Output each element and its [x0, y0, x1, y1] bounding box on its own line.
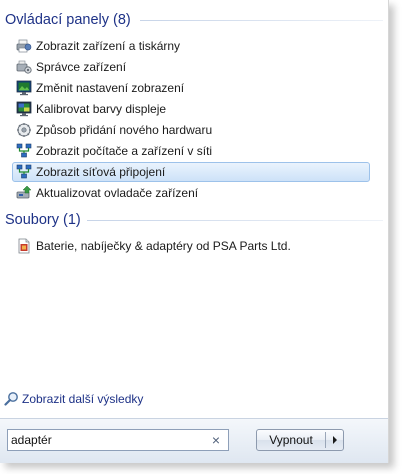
result-item-add-hardware[interactable]: Způsob přidání nového hardwaru [12, 120, 370, 140]
group-divider [140, 20, 383, 21]
result-item-file-document[interactable]: Baterie, nabíječky & adaptéry od PSA Par… [12, 236, 370, 256]
display-icon [16, 80, 32, 96]
search-box: × [7, 429, 229, 451]
printer-device-icon [16, 38, 32, 54]
result-item-devices-printers[interactable]: Zobrazit zařízení a tiskárny [12, 36, 370, 56]
result-item-update-drivers[interactable]: Aktualizovat ovladače zařízení [12, 183, 370, 203]
result-item-label: Zobrazit síťová připojení [36, 165, 166, 179]
chevron-right-icon [333, 436, 337, 444]
result-item-label: Správce zařízení [36, 60, 127, 74]
hardware-icon [16, 122, 32, 138]
shutdown-options-button[interactable] [326, 430, 344, 450]
see-more-results-link[interactable]: Zobrazit další výsledky [4, 390, 224, 408]
clear-search-icon[interactable]: × [209, 431, 223, 449]
document-icon [16, 238, 32, 254]
device-manager-icon [16, 59, 32, 75]
group-divider [87, 220, 383, 221]
start-menu-search-results: Ovládací panely (8) Zobrazit zařízení a … [0, 0, 389, 463]
result-item-label: Baterie, nabíječky & adaptéry od PSA Par… [36, 239, 291, 253]
result-item-network-computers[interactable]: Zobrazit počítače a zařízení v síti [12, 141, 370, 161]
group-title: Ovládací panely (8) [5, 12, 131, 28]
driver-icon [16, 185, 32, 201]
result-item-label: Zobrazit zařízení a tiskárny [36, 39, 181, 53]
result-item-label: Způsob přidání nového hardwaru [36, 123, 213, 137]
shutdown-button[interactable]: Vypnout [257, 430, 325, 450]
see-more-results-label: Zobrazit další výsledky [22, 392, 144, 406]
result-item-label: Aktualizovat ovladače zařízení [36, 186, 199, 200]
group-title: Soubory (1) [5, 212, 81, 228]
result-item-calibrate-colors[interactable]: Kalibrovat barvy displeje [12, 99, 370, 119]
search-bar-area: × Vypnout [0, 418, 388, 463]
result-item-label: Zobrazit počítače a zařízení v síti [36, 144, 213, 158]
network-icon [16, 164, 32, 180]
search-input[interactable] [11, 431, 201, 449]
network-icon [16, 143, 32, 159]
group-header-files: Soubory (1) [5, 209, 383, 231]
result-item-device-manager[interactable]: Správce zařízení [12, 57, 370, 77]
display-color-icon [16, 101, 32, 117]
group-header-control-panel: Ovládací panely (8) [5, 9, 383, 31]
result-item-network-connections[interactable]: Zobrazit síťová připojení [12, 162, 370, 182]
result-item-display-settings[interactable]: Změnit nastavení zobrazení [12, 78, 370, 98]
shutdown-button-group: Vypnout [256, 429, 344, 451]
result-item-label: Změnit nastavení zobrazení [36, 81, 185, 95]
result-item-label: Kalibrovat barvy displeje [36, 102, 167, 116]
search-icon [4, 391, 19, 406]
